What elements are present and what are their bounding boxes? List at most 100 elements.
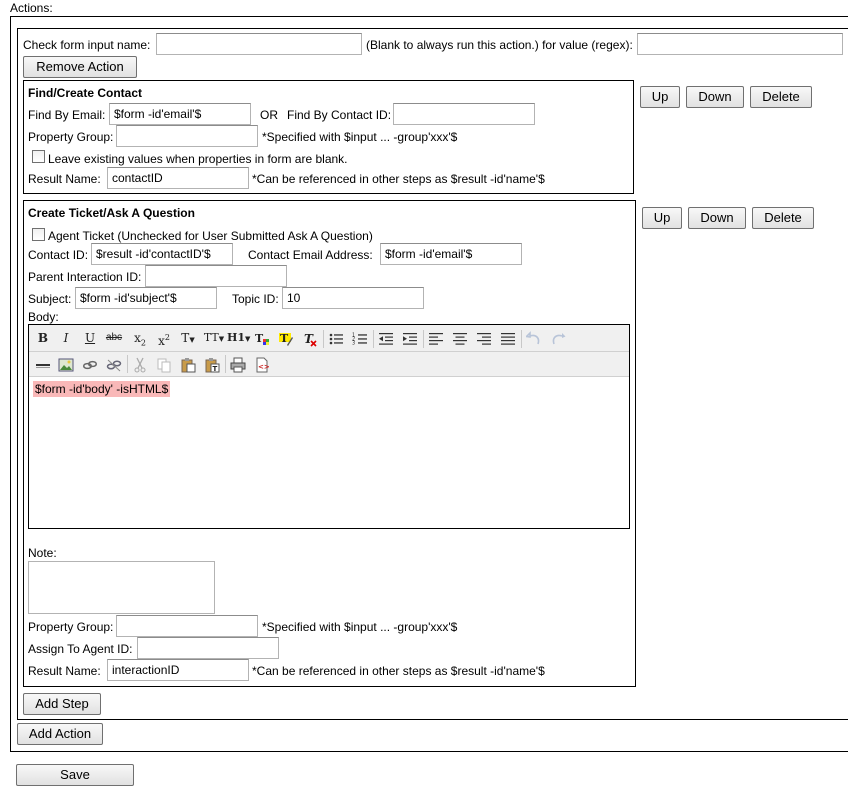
bullet-list-button[interactable] — [325, 327, 347, 349]
result-name-label: Result Name: — [28, 172, 101, 186]
subscript-button[interactable]: x2 — [129, 327, 151, 349]
bold-button[interactable]: B — [32, 327, 54, 349]
step2-property-group-field[interactable] — [116, 615, 258, 637]
paste-button[interactable] — [177, 353, 199, 375]
cut-button[interactable] — [129, 353, 151, 375]
paste-text-button[interactable]: T — [201, 353, 223, 375]
subscript-mark: 2 — [140, 338, 146, 348]
underline-button[interactable]: U — [79, 327, 101, 349]
step2-delete-button[interactable]: Delete — [752, 207, 814, 229]
svg-text:<>: <> — [258, 363, 270, 371]
align-left-icon — [429, 332, 443, 345]
editor-content[interactable]: $form -id'body' -isHTML$ — [33, 381, 171, 397]
toolbar-separator — [127, 355, 128, 373]
remove-action-button[interactable]: Remove Action — [23, 56, 137, 78]
parent-interaction-field[interactable] — [145, 265, 287, 287]
agent-ticket-checkbox[interactable] — [32, 228, 45, 241]
outdent-button[interactable] — [375, 327, 397, 349]
align-left-button[interactable] — [425, 327, 447, 349]
contact-email-field[interactable] — [380, 243, 522, 265]
check-input-field[interactable] — [156, 33, 362, 55]
align-right-icon — [477, 332, 491, 345]
strikethrough-button[interactable]: abc — [103, 327, 125, 349]
step1-delete-button[interactable]: Delete — [750, 86, 812, 108]
contact-id-field[interactable] — [91, 243, 233, 265]
view-source-button[interactable]: <> — [251, 353, 273, 375]
superscript-mark: 2 — [164, 333, 170, 342]
heading-glyph: H1 — [227, 331, 246, 344]
copy-icon — [157, 358, 171, 372]
subject-field[interactable] — [75, 287, 217, 309]
assign-agent-label: Assign To Agent ID: — [28, 642, 133, 656]
result-name-field[interactable] — [107, 167, 249, 189]
svg-text:T: T — [280, 332, 289, 345]
svg-text:3: 3 — [352, 340, 355, 346]
contact-id-label: Contact ID: — [28, 248, 89, 262]
body-editor: B I U abc x2 x2 T▼ TT▼ H1▼ T T T 123 T <… — [28, 324, 630, 529]
superscript-button[interactable]: x2 — [153, 327, 175, 349]
printer-icon — [230, 357, 246, 372]
leave-existing-checkbox[interactable] — [32, 150, 45, 163]
parent-interaction-label: Parent Interaction ID: — [28, 270, 142, 284]
body-label: Body: — [28, 310, 59, 324]
step2-down-button[interactable]: Down — [688, 207, 746, 229]
unlink-icon — [106, 359, 122, 371]
unlink-button[interactable] — [103, 353, 125, 375]
body-content-text: $form -id'body' -isHTML$ — [33, 381, 171, 397]
regex-field[interactable] — [637, 33, 843, 55]
highlight-button[interactable]: T — [275, 327, 297, 349]
redo-button[interactable] — [547, 327, 569, 349]
heading-button[interactable]: H1▼ — [227, 327, 250, 349]
insert-link-button[interactable] — [79, 353, 101, 375]
justify-button[interactable] — [497, 327, 519, 349]
horizontal-rule-icon — [36, 363, 50, 368]
check-input-label: Check form input name: — [23, 38, 151, 52]
clear-format-button[interactable]: T — [299, 327, 321, 349]
font-size-button[interactable]: TT▼ — [201, 327, 227, 349]
undo-button[interactable] — [523, 327, 545, 349]
save-button[interactable]: Save — [16, 764, 134, 786]
numbered-list-button[interactable]: 123 — [349, 327, 371, 349]
add-action-button[interactable]: Add Action — [17, 723, 103, 745]
image-icon — [58, 358, 74, 371]
topic-id-field[interactable] — [282, 287, 424, 309]
print-button[interactable] — [227, 353, 249, 375]
bullet-list-icon — [329, 333, 343, 344]
font-family-button[interactable]: T▼ — [177, 327, 199, 349]
actions-label: Actions: — [10, 1, 53, 15]
italic-button[interactable]: I — [55, 327, 77, 349]
find-contact-field[interactable] — [393, 103, 535, 125]
note-textarea[interactable] — [28, 561, 215, 614]
horizontal-rule-button[interactable] — [32, 353, 54, 375]
find-email-field[interactable] — [109, 103, 251, 125]
toolbar-separator — [323, 330, 324, 348]
step2-result-name-label: Result Name: — [28, 664, 101, 678]
text-color-button[interactable]: T — [251, 327, 273, 349]
step2-property-group-note: *Specified with $input ... -group'xxx'$ — [262, 620, 458, 634]
step2-up-button[interactable]: Up — [642, 207, 682, 229]
leave-existing-label: Leave existing values when properties in… — [48, 152, 348, 166]
redo-icon — [552, 332, 566, 344]
property-group-field[interactable] — [116, 125, 258, 147]
editor-toolbar-row-1: B I U abc x2 x2 T▼ TT▼ H1▼ T T T 123 — [29, 325, 629, 352]
paste-text-icon: T — [205, 357, 220, 373]
copy-button[interactable] — [153, 353, 175, 375]
add-step-button[interactable]: Add Step — [23, 693, 101, 715]
align-center-icon — [453, 332, 467, 345]
toolbar-separator — [423, 330, 424, 348]
justify-icon — [501, 332, 515, 345]
indent-icon — [403, 332, 417, 345]
superscript-glyph: x — [158, 334, 165, 348]
step1-up-button[interactable]: Up — [640, 86, 680, 108]
insert-image-button[interactable] — [55, 353, 77, 375]
assign-agent-field[interactable] — [137, 637, 279, 659]
find-contact-label: Find By Contact ID: — [287, 108, 392, 122]
indent-button[interactable] — [399, 327, 421, 349]
undo-icon — [526, 330, 540, 344]
note-label: Note: — [28, 546, 57, 560]
subscript-glyph: x — [134, 331, 141, 345]
step1-down-button[interactable]: Down — [686, 86, 744, 108]
align-right-button[interactable] — [473, 327, 495, 349]
step2-result-name-field[interactable] — [107, 659, 249, 681]
align-center-button[interactable] — [449, 327, 471, 349]
